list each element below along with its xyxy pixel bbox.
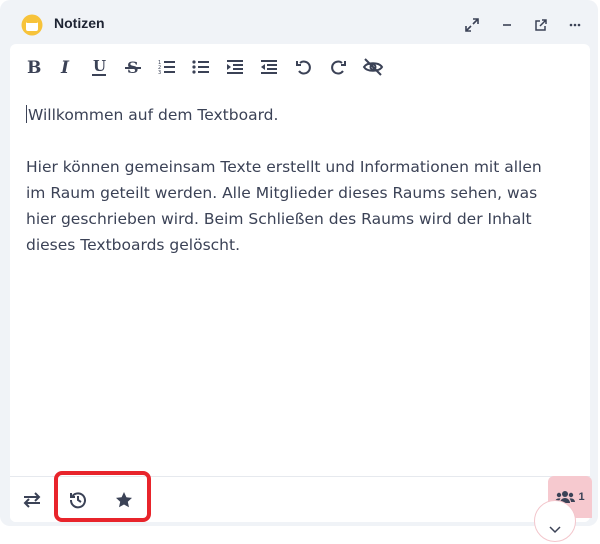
underline-icon: U xyxy=(92,57,106,76)
panel-header: Notizen xyxy=(0,0,598,48)
italic-button[interactable]: I xyxy=(53,54,79,80)
redo-icon xyxy=(331,60,346,75)
external-link-icon xyxy=(535,19,547,31)
bold-icon: B xyxy=(27,58,41,76)
minimize-icon xyxy=(503,24,511,26)
editor-paragraph-info: Hier können gemeinsam Texte erstellt und… xyxy=(26,158,542,254)
more-options-button[interactable] xyxy=(564,14,586,36)
strikethrough-icon: S xyxy=(125,58,141,77)
notes-window: Notizen B I U 1 2 3 Willkommen auf dem T… xyxy=(0,0,600,544)
indent-icon xyxy=(227,60,243,74)
svg-text:U: U xyxy=(93,57,106,75)
star-icon xyxy=(116,492,132,508)
members-count: 1 xyxy=(578,491,585,503)
favorite-button[interactable] xyxy=(109,485,139,515)
open-external-button[interactable] xyxy=(530,14,552,36)
underline-button[interactable]: U xyxy=(86,54,112,80)
undo-button[interactable] xyxy=(291,54,317,80)
outdent-icon xyxy=(261,60,277,74)
swap-arrows-icon xyxy=(23,492,41,508)
bullet-list-icon xyxy=(192,60,209,74)
svg-text:I: I xyxy=(60,58,70,76)
chevron-down-icon xyxy=(549,526,561,534)
minimize-button[interactable] xyxy=(496,14,518,36)
scroll-down-button[interactable] xyxy=(534,500,576,542)
italic-icon: I xyxy=(60,58,70,76)
swap-button[interactable] xyxy=(17,485,47,515)
textboard-card: B I U S xyxy=(10,44,590,522)
expand-button[interactable] xyxy=(461,14,483,36)
undo-icon xyxy=(296,60,311,75)
ordered-list-icon: 1 2 3 xyxy=(158,60,175,76)
notes-panel: Notizen B I U 1 2 3 Willkommen auf dem T… xyxy=(0,0,598,526)
history-button[interactable] xyxy=(63,485,93,515)
hide-button[interactable] xyxy=(360,54,386,80)
history-icon xyxy=(69,492,86,509)
indent-button[interactable] xyxy=(222,54,248,80)
editor-line-welcome: Willkommen auf dem Textboard. xyxy=(26,105,279,124)
text-cursor xyxy=(26,105,27,123)
redo-button[interactable] xyxy=(325,54,351,80)
bold-button[interactable]: B xyxy=(20,54,46,80)
outdent-button[interactable] xyxy=(256,54,282,80)
text-editor[interactable]: Willkommen auf dem Textboard. Hier könne… xyxy=(26,102,566,258)
strikethrough-button[interactable]: S xyxy=(120,54,146,80)
expand-icon xyxy=(465,18,479,32)
svg-text:3: 3 xyxy=(158,70,161,76)
bullet-list-button[interactable] xyxy=(188,54,214,80)
more-icon xyxy=(569,23,581,27)
svg-text:B: B xyxy=(27,58,41,76)
panel-footer xyxy=(10,476,590,522)
panel-title: Notizen xyxy=(54,15,105,31)
eye-slash-icon xyxy=(362,58,384,76)
notes-app-icon xyxy=(21,14,43,36)
ordered-list-button[interactable]: 1 2 3 xyxy=(154,54,180,80)
format-toolbar: B I U S xyxy=(24,54,584,80)
